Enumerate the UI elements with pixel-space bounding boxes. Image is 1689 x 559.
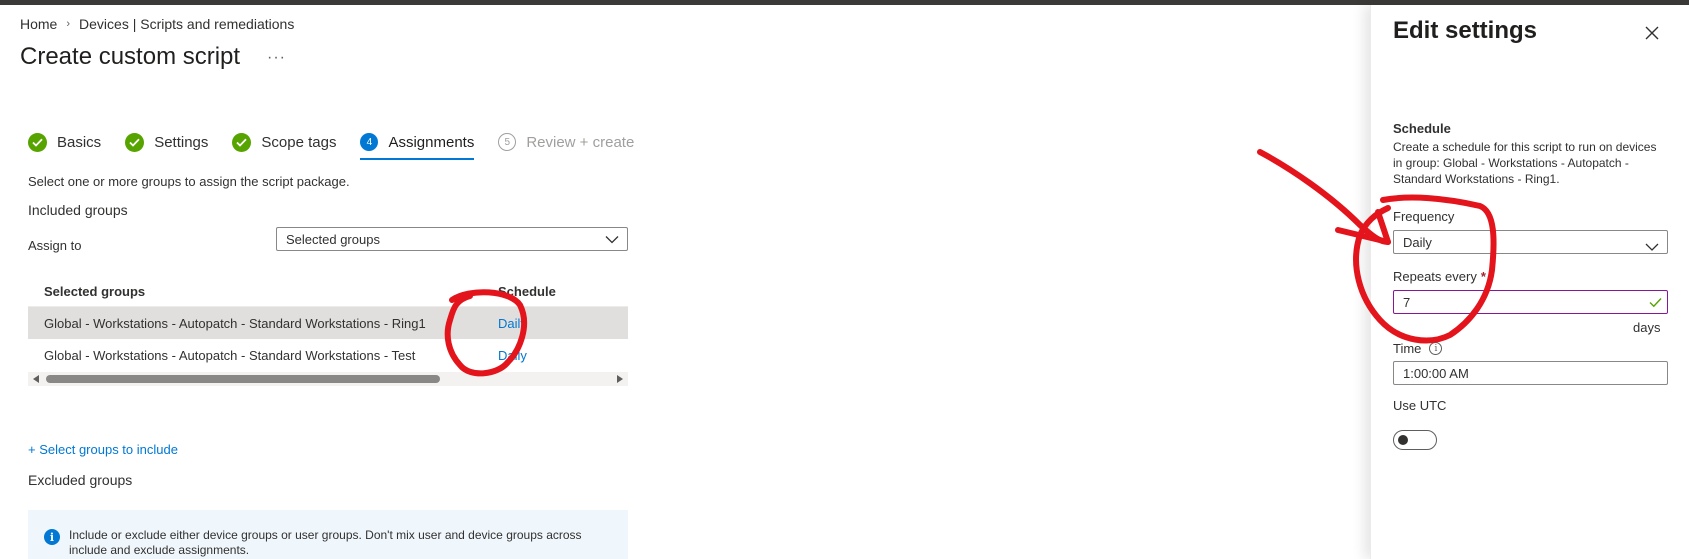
frequency-dropdown[interactable]: Daily	[1393, 230, 1668, 254]
wizard-step-label: Assignments	[388, 133, 475, 151]
more-options-icon[interactable]: ···	[267, 49, 286, 67]
info-message-bar: i Include or exclude either device group…	[28, 510, 628, 559]
panel-title: Edit settings	[1393, 17, 1538, 44]
chevron-down-icon	[1645, 239, 1659, 254]
wizard-step-assignments[interactable]: 4 Assignments	[360, 124, 474, 160]
schedule-link[interactable]: Daily	[498, 316, 527, 331]
schedule-title: Schedule	[1393, 121, 1451, 136]
chevron-down-icon	[605, 232, 619, 247]
step-number-badge: 4	[360, 133, 379, 151]
wizard-step-label: Scope tags	[261, 133, 337, 151]
info-icon: i	[44, 529, 60, 545]
repeats-every-label: Repeats every *	[1393, 269, 1486, 284]
group-name: Global - Workstations - Autopatch - Stan…	[44, 347, 416, 363]
repeats-unit-label: days	[1633, 320, 1661, 335]
wizard-step-basics[interactable]: Basics	[28, 124, 101, 160]
schedule-link[interactable]: Daily	[498, 348, 527, 363]
time-input[interactable]: 1:00:00 AM	[1393, 361, 1668, 385]
frequency-label: Frequency	[1393, 209, 1455, 224]
breadcrumb-chevron-icon: ›	[66, 18, 71, 30]
check-icon	[125, 132, 145, 152]
close-icon[interactable]	[1642, 23, 1662, 43]
toggle-knob	[1398, 435, 1408, 445]
required-marker: *	[1480, 269, 1486, 284]
main-content: Home › Devices | Scripts and remediation…	[0, 5, 1370, 559]
edit-settings-panel: Edit settings Schedule Create a schedule…	[1370, 5, 1689, 559]
use-utc-label: Use UTC	[1393, 398, 1447, 413]
breadcrumb-section[interactable]: Devices | Scripts and remediations	[79, 16, 294, 32]
scrollbar-thumb[interactable]	[46, 375, 440, 383]
wizard-step-label: Review + create	[526, 133, 635, 151]
table-row[interactable]: Global - Workstations - Autopatch - Stan…	[28, 339, 628, 371]
assign-to-label: Assign to	[28, 238, 82, 253]
assign-to-dropdown[interactable]: Selected groups	[276, 227, 628, 251]
horizontal-scrollbar[interactable]	[28, 372, 628, 386]
wizard-step-review-create[interactable]: 5 Review + create	[498, 124, 634, 160]
check-icon	[232, 132, 252, 152]
table-row[interactable]: Global - Workstations - Autopatch - Stan…	[28, 307, 628, 339]
schedule-description: Create a schedule for this script to run…	[1393, 140, 1657, 186]
time-label: Time i	[1393, 341, 1443, 356]
select-groups-to-include-link[interactable]: + Select groups to include	[28, 442, 178, 457]
column-header-selected-groups: Selected groups	[44, 284, 146, 299]
breadcrumb-home[interactable]: Home	[20, 16, 57, 32]
wizard-step-scope-tags[interactable]: Scope tags	[232, 124, 336, 160]
page-title: Create custom script	[20, 43, 241, 70]
scroll-right-arrow-icon[interactable]	[617, 375, 623, 383]
wizard-step-label: Settings	[154, 133, 209, 151]
included-groups-title: Included groups	[28, 202, 128, 218]
info-message-text: Include or exclude either device groups …	[69, 528, 582, 557]
time-value: 1:00:00 AM	[1403, 365, 1469, 381]
step-number-badge: 5	[498, 133, 517, 151]
assign-to-value: Selected groups	[286, 231, 380, 247]
use-utc-toggle[interactable]	[1393, 430, 1437, 450]
excluded-groups-title: Excluded groups	[28, 472, 133, 488]
column-header-schedule: Schedule	[498, 284, 556, 299]
repeats-every-input[interactable]: 7	[1393, 290, 1668, 314]
assignment-instruction: Select one or more groups to assign the …	[28, 174, 350, 189]
scroll-left-arrow-icon[interactable]	[33, 375, 39, 383]
wizard-step-settings[interactable]: Settings	[125, 124, 208, 160]
info-icon[interactable]: i	[1429, 342, 1443, 355]
valid-check-icon	[1649, 296, 1662, 311]
frequency-value: Daily	[1403, 234, 1432, 250]
breadcrumb: Home › Devices | Scripts and remediation…	[20, 16, 294, 32]
groups-table: Selected groups Schedule Global - Workst…	[28, 277, 628, 371]
wizard-steps: Basics Settings Scope tags 4 Assignments…	[28, 124, 658, 160]
table-header: Selected groups Schedule	[28, 277, 628, 307]
repeats-every-value: 7	[1403, 294, 1411, 310]
check-icon	[28, 132, 47, 152]
group-name: Global - Workstations - Autopatch - Stan…	[44, 315, 426, 331]
wizard-step-label: Basics	[57, 133, 102, 151]
